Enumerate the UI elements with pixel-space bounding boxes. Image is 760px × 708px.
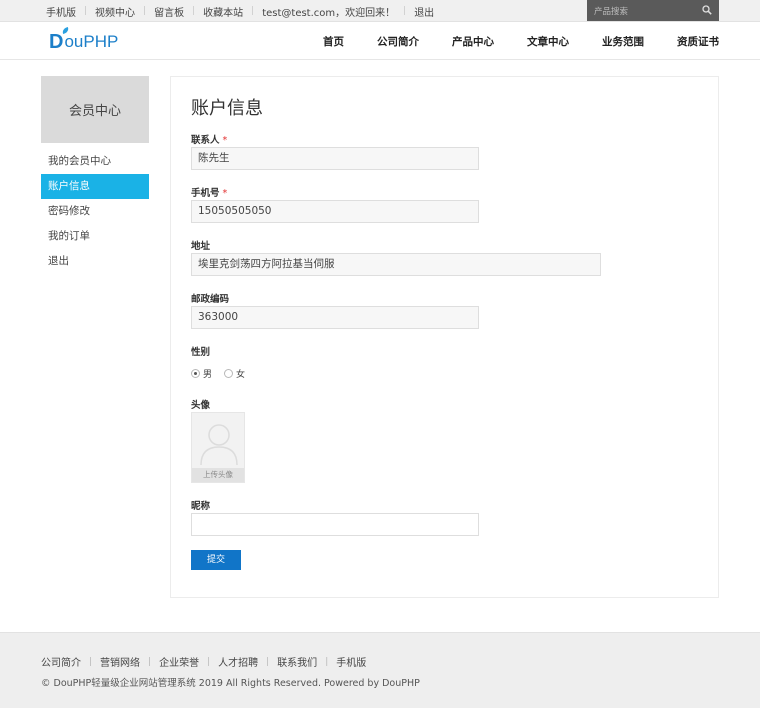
top-link-logout[interactable]: 退出 bbox=[406, 4, 442, 19]
avatar-upload[interactable]: 上传头像 bbox=[191, 412, 245, 483]
top-bar: 手机版 | 视频中心 | 留言板 | 收藏本站 | test@test.com，… bbox=[0, 0, 760, 22]
search-placeholder: 产品搜索 bbox=[594, 7, 629, 17]
gender-radio-female[interactable] bbox=[224, 369, 234, 378]
nav-item-products[interactable]: 产品中心 bbox=[452, 34, 494, 49]
avatar-upload-label: 上传头像 bbox=[192, 468, 244, 482]
address-label: 地址 bbox=[191, 241, 211, 252]
copyright-text: © DouPHP轻量级企业网站管理系统 2019 All Rights Rese… bbox=[41, 678, 420, 689]
sidebar-item-account-info[interactable]: 账户信息 bbox=[41, 174, 149, 199]
sidebar-item-orders[interactable]: 我的订单 bbox=[41, 224, 149, 249]
contact-label-text: 联系人 bbox=[191, 135, 220, 146]
footer-link-network[interactable]: 营销网络 bbox=[92, 654, 148, 669]
footer-link-honors[interactable]: 企业荣誉 bbox=[151, 654, 207, 669]
site-footer: 公司简介 | 营销网络 | 企业荣誉 | 人才招聘 | 联系我们 | 手机版 ©… bbox=[0, 632, 760, 708]
user-silhouette-icon bbox=[200, 424, 238, 465]
address-field[interactable]: 埃里克剑荡四方阿拉基当伺服 bbox=[191, 253, 601, 276]
required-mark: * bbox=[222, 135, 228, 146]
sidebar-item-logout[interactable]: 退出 bbox=[41, 249, 149, 274]
top-link-bookmark[interactable]: 收藏本站 bbox=[195, 4, 251, 19]
submit-button[interactable]: 提交 bbox=[191, 550, 241, 570]
nickname-label: 昵称 bbox=[191, 501, 211, 512]
gender-label: 性别 bbox=[191, 347, 211, 358]
nav-item-articles[interactable]: 文章中心 bbox=[527, 34, 569, 49]
top-link-user-welcome[interactable]: test@test.com，欢迎回来！ bbox=[254, 4, 403, 19]
member-center-title: 会员中心 bbox=[41, 76, 149, 143]
phone-label: 手机号 * bbox=[191, 185, 227, 199]
sidebar-item-my-member-center[interactable]: 我的会员中心 bbox=[41, 149, 149, 174]
gender-radio-group: 男 女 bbox=[191, 367, 257, 380]
postcode-field[interactable]: 363000 bbox=[191, 306, 479, 329]
footer-link-contact[interactable]: 联系我们 bbox=[269, 654, 325, 669]
sidebar-menu: 我的会员中心 账户信息 密码修改 我的订单 退出 bbox=[41, 149, 149, 274]
gender-option-female[interactable]: 女 bbox=[236, 367, 245, 380]
phone-label-text: 手机号 bbox=[191, 188, 220, 199]
footer-link-jobs[interactable]: 人才招聘 bbox=[210, 654, 266, 669]
product-search-input[interactable]: 产品搜索 bbox=[587, 0, 719, 21]
logo-letter: D bbox=[49, 31, 64, 53]
site-logo[interactable]: D ouPHP bbox=[49, 30, 118, 54]
top-link-guestbook[interactable]: 留言板 bbox=[146, 4, 192, 19]
nickname-field[interactable] bbox=[191, 513, 479, 536]
logo-text: ouPHP bbox=[64, 32, 119, 51]
site-header: D ouPHP 首页 公司简介 产品中心 文章中心 业务范围 资质证书 bbox=[0, 22, 760, 60]
contact-field[interactable]: 陈先生 bbox=[191, 147, 479, 170]
main-nav: 首页 公司简介 产品中心 文章中心 业务范围 资质证书 bbox=[290, 22, 719, 60]
gender-radio-male[interactable] bbox=[191, 369, 200, 378]
nav-item-home[interactable]: 首页 bbox=[323, 34, 344, 49]
postcode-label: 邮政编码 bbox=[191, 294, 230, 305]
top-links: 手机版 | 视频中心 | 留言板 | 收藏本站 | test@test.com，… bbox=[38, 0, 442, 22]
avatar-label: 头像 bbox=[191, 400, 211, 411]
top-link-mobile[interactable]: 手机版 bbox=[38, 4, 84, 19]
footer-links: 公司简介 | 营销网络 | 企业荣誉 | 人才招聘 | 联系我们 | 手机版 bbox=[41, 654, 374, 670]
required-mark: * bbox=[222, 188, 228, 199]
footer-link-mobile[interactable]: 手机版 bbox=[328, 654, 374, 669]
footer-link-about[interactable]: 公司简介 bbox=[41, 654, 89, 669]
page-title: 账户信息 bbox=[191, 98, 263, 119]
account-form-panel: 账户信息 联系人 * 陈先生 手机号 * 15050505050 地址 埃里克剑荡四… bbox=[170, 76, 719, 598]
nav-item-certificates[interactable]: 资质证书 bbox=[677, 34, 719, 49]
top-link-video-center[interactable]: 视频中心 bbox=[87, 4, 143, 19]
nav-item-about[interactable]: 公司简介 bbox=[377, 34, 419, 49]
member-sidebar: 会员中心 我的会员中心 账户信息 密码修改 我的订单 退出 bbox=[41, 76, 149, 274]
nav-item-business[interactable]: 业务范围 bbox=[602, 34, 644, 49]
gender-option-male[interactable]: 男 bbox=[203, 367, 212, 380]
search-icon[interactable] bbox=[702, 5, 712, 15]
sidebar-item-password[interactable]: 密码修改 bbox=[41, 199, 149, 224]
contact-label: 联系人 * bbox=[191, 132, 227, 146]
phone-field[interactable]: 15050505050 bbox=[191, 200, 479, 223]
